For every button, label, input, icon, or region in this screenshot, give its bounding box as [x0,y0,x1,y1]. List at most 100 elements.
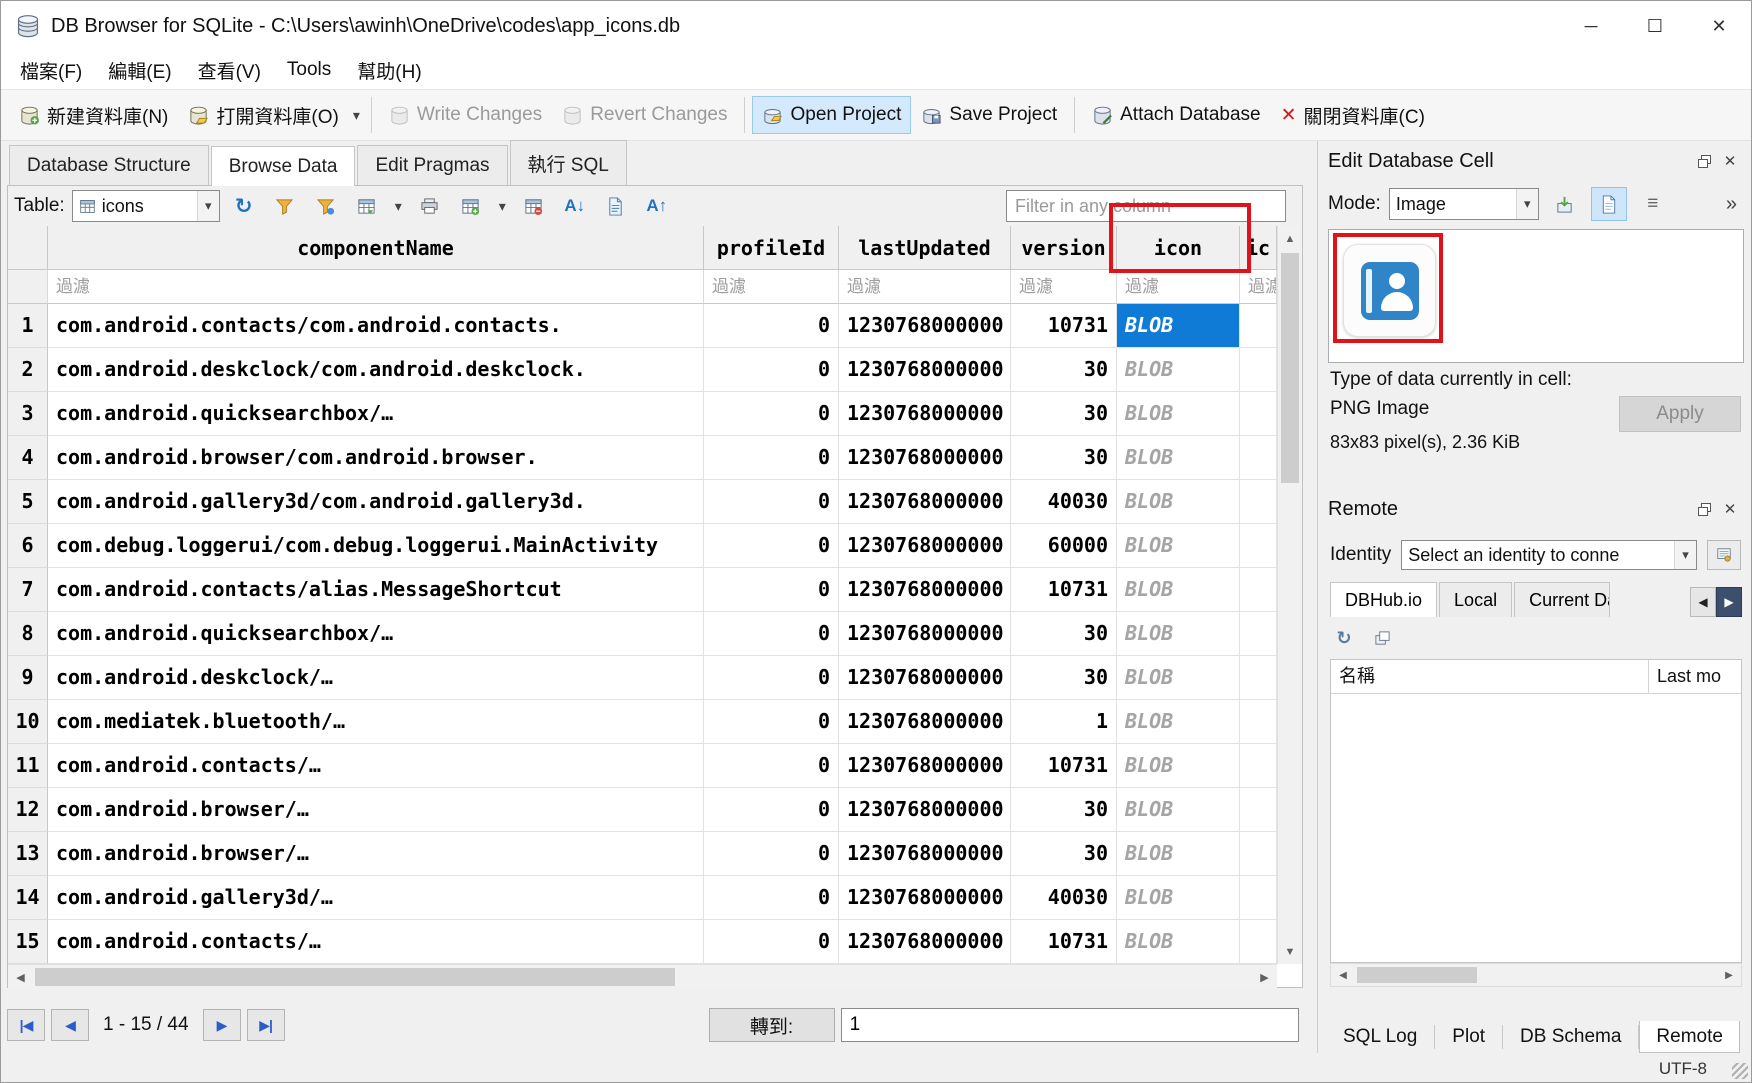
save-project-button[interactable]: Save Project [911,96,1067,134]
cell-icon-blob[interactable]: BLOB [1117,304,1240,348]
cell-version[interactable]: 10731 [1011,744,1117,788]
horizontal-scrollbar-thumb[interactable] [35,968,675,986]
table-select[interactable]: icons ▾ [72,190,220,222]
dock-tab-plot[interactable]: Plot [1435,1021,1502,1053]
cell-version[interactable]: 30 [1011,832,1117,876]
cell-profileid[interactable]: 0 [704,700,839,744]
cell-lastupdated[interactable]: 1230768000000 [839,524,1011,568]
cell-icon-blob[interactable]: BLOB [1117,656,1240,700]
toolbar-overflow-button[interactable]: » [1720,193,1743,216]
remote-tab-local[interactable]: Local [1439,582,1512,617]
filter-icon[interactable]: 過濾 [1117,270,1240,304]
close-panel-icon[interactable]: ✕ [1717,497,1743,521]
refresh-button[interactable]: ↻ [227,190,261,222]
remote-horizontal-scrollbar[interactable]: ◀ ▶ [1330,963,1742,987]
cell-componentname[interactable]: com.android.gallery3d/… [48,876,704,920]
scroll-left-icon[interactable]: ◀ [1331,964,1355,986]
column-header-version[interactable]: version [1011,226,1117,270]
previous-page-button[interactable]: ◀ [51,1009,89,1041]
column-header-lastupdated[interactable]: lastUpdated [839,226,1011,270]
cell-profileid[interactable]: 0 [704,392,839,436]
cell-lastupdated[interactable]: 1230768000000 [839,612,1011,656]
tab-execute-sql[interactable]: 執行 SQL [510,140,627,185]
row-number[interactable]: 9 [8,656,48,700]
cell-icon-blob[interactable]: BLOB [1117,612,1240,656]
remote-column-lastmodified[interactable]: Last mo [1649,660,1741,693]
encoding-indicator[interactable]: UTF-8 [1659,1059,1707,1079]
menu-help[interactable]: 幫助(H) [344,57,434,84]
cell-icon-blob[interactable]: BLOB [1117,876,1240,920]
open-project-button[interactable]: Open Project [752,96,911,134]
scroll-left-icon[interactable]: ◀ [8,965,33,990]
new-database-button[interactable]: 新建資料庫(N) [9,94,178,137]
row-number[interactable]: 5 [8,480,48,524]
menu-view[interactable]: 查看(V) [185,57,274,84]
apply-button[interactable]: Apply [1619,396,1741,432]
cell-lastupdated[interactable]: 1230768000000 [839,656,1011,700]
identity-select[interactable]: Select an identity to conne ▾ [1401,540,1697,570]
cell-lastupdated[interactable]: 1230768000000 [839,436,1011,480]
cell-profileid[interactable]: 0 [704,920,839,964]
dock-tab-sql-log[interactable]: SQL Log [1326,1021,1434,1053]
cell-icon-blob[interactable]: BLOB [1117,436,1240,480]
row-number[interactable]: 15 [8,920,48,964]
row-number[interactable]: 7 [8,568,48,612]
float-panel-icon[interactable] [1691,497,1717,521]
resize-grip[interactable] [1732,1063,1748,1079]
open-database-dropdown-caret[interactable]: ▾ [349,103,364,128]
cell-componentname[interactable]: com.android.deskclock/com.android.deskcl… [48,348,704,392]
cell-version[interactable]: 40030 [1011,480,1117,524]
open-database-button[interactable]: 打開資料庫(O) [178,94,348,137]
tab-database-structure[interactable]: Database Structure [9,145,209,185]
menu-edit[interactable]: 編輯(E) [95,57,184,84]
cell-profileid[interactable]: 0 [704,832,839,876]
column-header-profileid[interactable]: profileId [704,226,839,270]
insert-record-button[interactable] [454,190,488,222]
filter-lastupdated[interactable]: 過濾 [839,270,1011,304]
cell-lastupdated[interactable]: 1230768000000 [839,920,1011,964]
row-number[interactable]: 1 [8,304,48,348]
mode-select[interactable]: Image ▾ [1389,188,1539,220]
cell-version[interactable]: 10731 [1011,920,1117,964]
insert-record-dropdown-caret[interactable]: ▾ [495,194,510,219]
filter-version[interactable]: 過濾 [1011,270,1117,304]
text-view-button[interactable] [1591,187,1627,221]
row-number[interactable]: 13 [8,832,48,876]
horizontal-scrollbar[interactable]: ◀ ▶ [8,964,1277,989]
dock-tab-db-schema[interactable]: DB Schema [1503,1021,1638,1053]
cell-componentname[interactable]: com.android.browser/com.android.browser. [48,436,704,480]
print-button[interactable] [413,190,447,222]
select-identity-file-button[interactable] [1707,540,1741,570]
minimize-button[interactable]: ─ [1559,1,1623,51]
cell-lastupdated[interactable]: 1230768000000 [839,392,1011,436]
scroll-down-icon[interactable]: ▼ [1278,939,1302,964]
cell-profileid[interactable]: 0 [704,480,839,524]
cell-componentname[interactable]: com.android.browser/… [48,832,704,876]
cell-profileid[interactable]: 0 [704,612,839,656]
remote-scrollbar-thumb[interactable] [1357,967,1477,983]
maximize-button[interactable]: ☐ [1623,1,1687,51]
row-number[interactable]: 8 [8,612,48,656]
word-wrap-button[interactable]: ≡ [1635,187,1671,221]
tab-scroll-right-button[interactable]: ▶ [1716,587,1742,617]
remote-upload-button[interactable] [1368,624,1396,652]
filter-componentname[interactable]: 過濾 [48,270,704,304]
cell-componentname[interactable]: com.android.contacts/… [48,920,704,964]
cell-componentname[interactable]: com.android.quicksearchbox/… [48,612,704,656]
cell-version[interactable]: 30 [1011,612,1117,656]
row-number[interactable]: 11 [8,744,48,788]
cell-version[interactable]: 30 [1011,392,1117,436]
goto-button[interactable]: 轉到: [709,1008,835,1042]
cell-lastupdated[interactable]: 1230768000000 [839,788,1011,832]
cell-profileid[interactable]: 0 [704,744,839,788]
cell-lastupdated[interactable]: 1230768000000 [839,568,1011,612]
cell-version[interactable]: 1 [1011,700,1117,744]
cell-profileid[interactable]: 0 [704,656,839,700]
row-number[interactable]: 6 [8,524,48,568]
cell-componentname[interactable]: com.android.contacts/com.android.contact… [48,304,704,348]
menu-file[interactable]: 檔案(F) [7,57,95,84]
clear-filters-button[interactable] [268,190,302,222]
menu-tools[interactable]: Tools [274,59,344,81]
cell-profileid[interactable]: 0 [704,876,839,920]
cell-componentname[interactable]: com.android.contacts/… [48,744,704,788]
